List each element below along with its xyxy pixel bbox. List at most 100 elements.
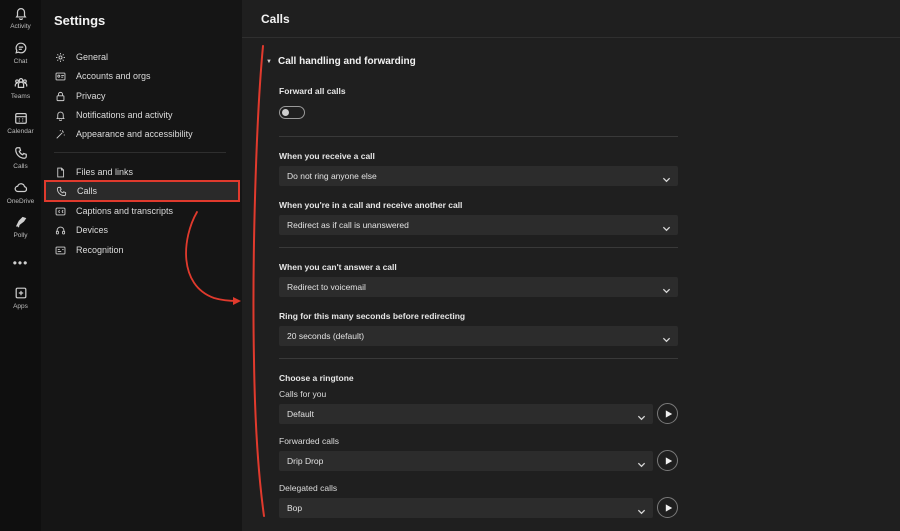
- chevron-down-icon: [637, 456, 646, 468]
- toggle-knob: [282, 109, 289, 116]
- recognition-icon: [55, 246, 66, 254]
- nav-item-calls[interactable]: Calls: [44, 180, 240, 202]
- cant-answer-label: When you can't answer a call: [279, 262, 397, 272]
- nav-label: Files and links: [76, 167, 134, 177]
- rail-label: Calendar: [7, 128, 34, 135]
- section-title[interactable]: Call handling and forwarding: [278, 56, 416, 67]
- nav-label: Notifications and activity: [76, 110, 173, 120]
- phone-icon: [56, 186, 67, 196]
- rail-label: Calls: [13, 163, 28, 170]
- nav-label: Accounts and orgs: [76, 71, 151, 81]
- bell-icon: [14, 8, 27, 20]
- chevron-down-icon: [662, 331, 671, 343]
- dropdown-value: Bop: [287, 503, 303, 513]
- settings-sidebar: Settings General Accounts and orgs Priva…: [41, 0, 242, 531]
- more-apps-icon[interactable]: •••: [0, 256, 41, 270]
- dropdown-value: 20 seconds (default): [287, 331, 365, 341]
- lock-icon: [56, 91, 65, 101]
- delegated-calls-label: Delegated calls: [279, 483, 338, 493]
- rail-item-calendar[interactable]: Calendar: [0, 111, 41, 135]
- nav-label: Captions and transcripts: [76, 206, 174, 216]
- rail-label: Activity: [10, 23, 31, 30]
- nav-item-notifications[interactable]: Notifications and activity: [44, 105, 238, 125]
- dropdown-value: Drip Drop: [287, 456, 324, 466]
- polly-icon: [15, 216, 26, 228]
- nav-item-captions[interactable]: Captions and transcripts: [44, 201, 238, 221]
- gear-icon: [56, 52, 65, 62]
- in-call-dropdown[interactable]: Redirect as if call is unanswered: [279, 215, 678, 235]
- nav-label: Calls: [77, 186, 98, 196]
- rail-item-polly[interactable]: Polly: [0, 215, 41, 239]
- nav-item-accounts[interactable]: Accounts and orgs: [44, 66, 238, 86]
- dropdown-value: Redirect to voicemail: [287, 282, 366, 292]
- headset-icon: [55, 226, 66, 234]
- receive-call-dropdown[interactable]: Do not ring anyone else: [279, 166, 678, 186]
- settings-title: Settings: [54, 13, 106, 28]
- ringtone-label: Choose a ringtone: [279, 373, 354, 383]
- chevron-down-icon: [637, 503, 646, 515]
- rail-item-apps[interactable]: Apps: [0, 286, 41, 310]
- wand-icon: [56, 129, 65, 139]
- rail-item-calls[interactable]: Calls: [0, 146, 41, 170]
- nav-label: Privacy: [76, 91, 106, 101]
- cloud-icon: [14, 183, 27, 193]
- rail-label: Teams: [10, 93, 31, 100]
- divider: [279, 247, 678, 248]
- nav-label: Devices: [76, 225, 109, 235]
- calls-for-you-label: Calls for you: [279, 389, 327, 399]
- nav-item-privacy[interactable]: Privacy: [44, 86, 238, 106]
- ring-seconds-dropdown[interactable]: 20 seconds (default): [279, 326, 678, 346]
- rail-label: Chat: [13, 58, 28, 65]
- main-content: Calls ▼ Call handling and forwarding For…: [242, 0, 900, 531]
- forward-all-toggle[interactable]: [279, 106, 305, 119]
- chevron-down-icon: [637, 409, 646, 421]
- nav-item-recognition[interactable]: Recognition: [44, 240, 238, 260]
- forwarded-calls-label: Forwarded calls: [279, 436, 339, 446]
- chat-icon: [14, 42, 26, 54]
- file-icon: [57, 167, 65, 177]
- forward-all-label: Forward all calls: [279, 86, 346, 96]
- divider: [279, 136, 678, 137]
- rail-label: Polly: [13, 232, 28, 239]
- play-calls-for-you-button[interactable]: [657, 403, 678, 424]
- rail-label: OneDrive: [6, 198, 35, 205]
- nav-item-files[interactable]: Files and links: [44, 162, 238, 182]
- dropdown-value: Redirect as if call is unanswered: [287, 220, 409, 230]
- play-icon: [665, 409, 672, 418]
- calls-for-you-dropdown[interactable]: Default: [279, 404, 653, 424]
- id-card-icon: [55, 72, 66, 80]
- rail-item-onedrive[interactable]: OneDrive: [0, 181, 41, 205]
- bell-icon: [56, 111, 65, 121]
- nav-item-devices[interactable]: Devices: [44, 220, 238, 240]
- ring-seconds-label: Ring for this many seconds before redire…: [279, 311, 466, 321]
- dropdown-value: Do not ring anyone else: [287, 171, 377, 181]
- cant-answer-dropdown[interactable]: Redirect to voicemail: [279, 277, 678, 297]
- calendar-icon: [14, 113, 27, 124]
- plus-square-icon: [15, 287, 26, 299]
- play-forwarded-calls-button[interactable]: [657, 450, 678, 471]
- delegated-calls-dropdown[interactable]: Bop: [279, 498, 653, 518]
- nav-item-appearance[interactable]: Appearance and accessibility: [44, 124, 238, 144]
- phone-icon: [14, 147, 27, 159]
- chevron-down-icon: [662, 282, 671, 294]
- nav-divider: [54, 152, 226, 153]
- in-call-label: When you're in a call and receive anothe…: [279, 200, 463, 210]
- forwarded-calls-dropdown[interactable]: Drip Drop: [279, 451, 653, 471]
- play-icon: [665, 503, 672, 512]
- chevron-down-icon: [662, 171, 671, 183]
- page-title: Calls: [261, 12, 290, 26]
- nav-item-general[interactable]: General: [44, 47, 238, 67]
- collapse-caret-icon[interactable]: ▼: [266, 59, 272, 65]
- dropdown-value: Default: [287, 409, 314, 419]
- receive-call-label: When you receive a call: [279, 151, 375, 161]
- rail-label: Apps: [13, 303, 28, 310]
- teams-icon: [14, 78, 27, 88]
- play-delegated-calls-button[interactable]: [657, 497, 678, 518]
- rail-item-chat[interactable]: Chat: [0, 41, 41, 65]
- rail-item-activity[interactable]: Activity: [0, 6, 41, 30]
- rail-item-teams[interactable]: Teams: [0, 76, 41, 100]
- play-icon: [665, 456, 672, 465]
- nav-label: General: [76, 52, 109, 62]
- captions-icon: [55, 207, 66, 215]
- nav-label: Recognition: [76, 245, 124, 255]
